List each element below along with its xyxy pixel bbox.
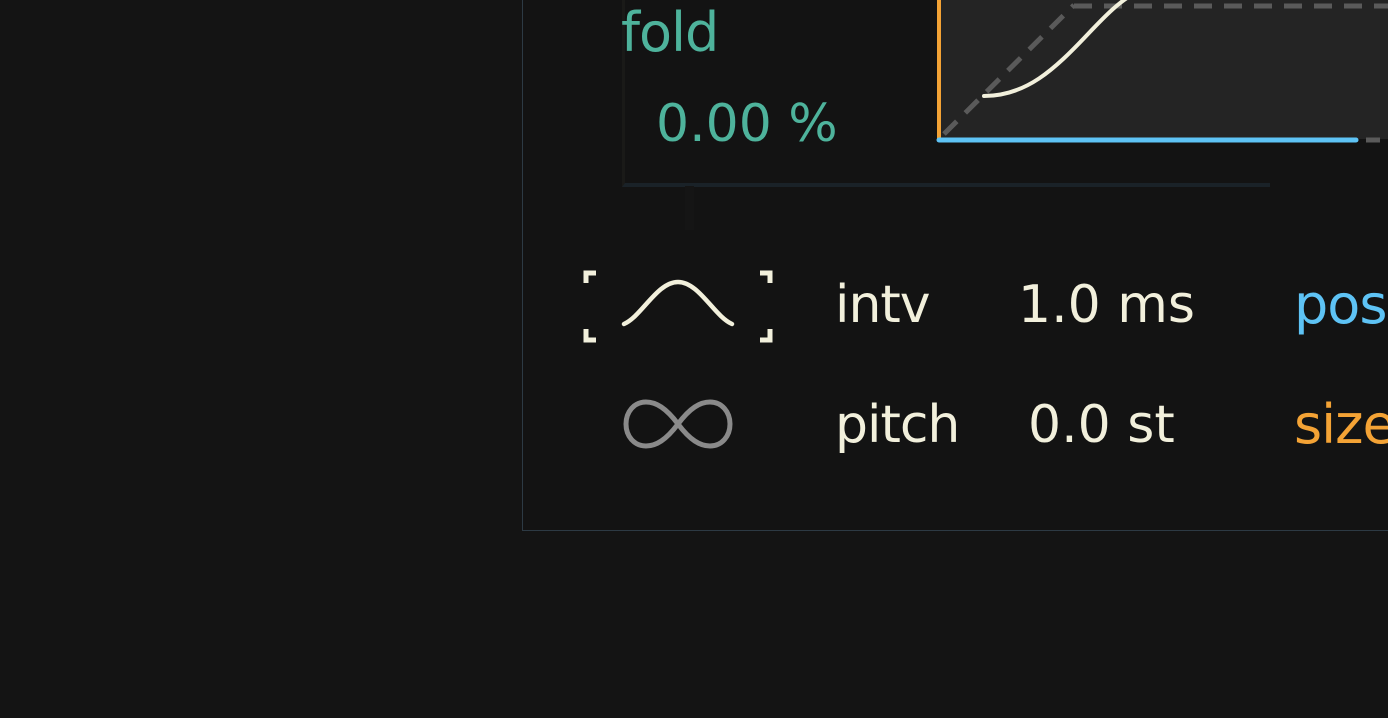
fold-curve-display[interactable] — [936, 0, 1388, 150]
fold-value[interactable]: 0.00 % — [656, 98, 838, 150]
pitch-label: pitch — [835, 395, 960, 455]
hann-window-icon[interactable] — [582, 262, 774, 344]
section-divider — [685, 186, 694, 230]
pos-label: pos — [1294, 273, 1387, 336]
fold-label: fold — [621, 1, 719, 64]
granular-panel-view: fold 0.00 % intv 1.0 ms pitch 0.0 st pos… — [0, 0, 1388, 718]
intv-label: intv — [835, 275, 931, 335]
infinity-loop-icon[interactable] — [622, 396, 734, 452]
intv-value[interactable]: 1.0 ms — [1018, 279, 1195, 331]
pitch-value[interactable]: 0.0 st — [1028, 399, 1175, 451]
curve-background — [939, 0, 1388, 139]
size-label: size — [1294, 393, 1388, 456]
